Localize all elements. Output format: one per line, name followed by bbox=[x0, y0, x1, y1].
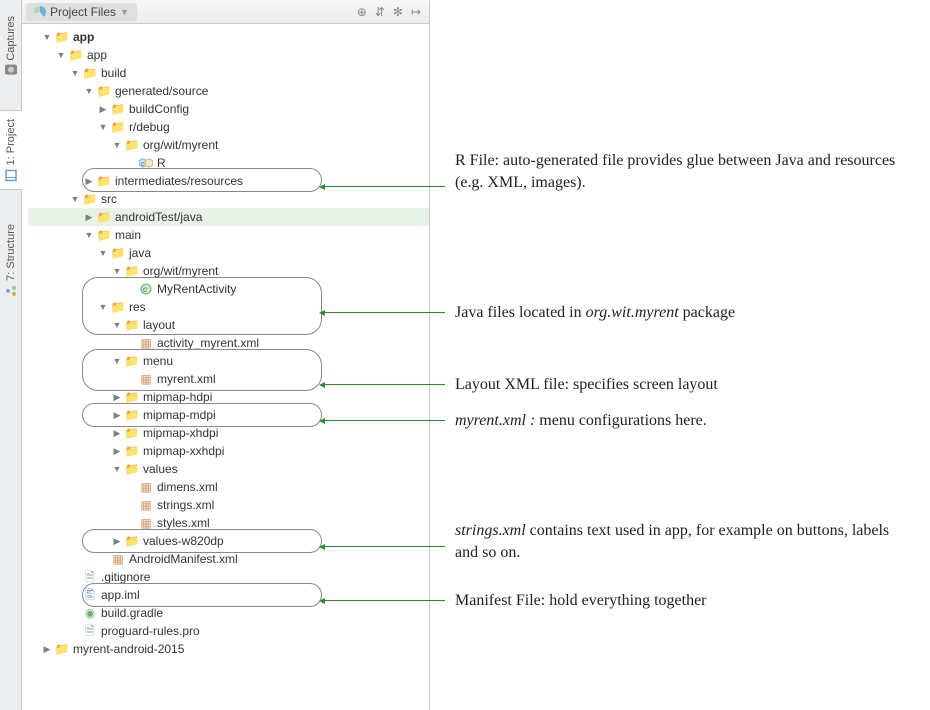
annotation-r: R File: auto-generated file provides glu… bbox=[455, 150, 905, 195]
chevron-down-icon: ▼ bbox=[120, 7, 129, 17]
folder-icon: 📁 bbox=[110, 119, 126, 135]
folder-icon: 📁 bbox=[124, 443, 140, 459]
tree-node-build-gradle[interactable]: ▶◉build.gradle bbox=[28, 604, 429, 622]
target-icon[interactable]: ⊕ bbox=[357, 5, 367, 19]
text-file-icon: 🗎 bbox=[82, 623, 98, 639]
xml-file-icon: ▦ bbox=[138, 335, 154, 351]
hide-icon[interactable]: ↦ bbox=[411, 5, 421, 19]
tree-node-generated-source[interactable]: ▼📁generated/source bbox=[28, 82, 429, 100]
tree-node-myrent-xml[interactable]: ▶▦myrent.xml bbox=[28, 370, 429, 388]
xml-file-icon: ▦ bbox=[138, 371, 154, 387]
tree-node-org-wit-myrent[interactable]: ▼📁org/wit/myrent bbox=[28, 262, 429, 280]
project-icon bbox=[5, 169, 17, 181]
panel-header: Project Files ▼ ⊕ ⇵ ✻ ↦ bbox=[22, 0, 429, 24]
camera-icon bbox=[5, 64, 17, 74]
text-file-icon: 🗎 bbox=[82, 569, 98, 585]
folder-icon: 📁 bbox=[96, 83, 112, 99]
tree-node-build[interactable]: ▼📁build bbox=[28, 64, 429, 82]
folder-icon: 📁 bbox=[124, 137, 140, 153]
tree-node-strings-xml[interactable]: ▶▦strings.xml bbox=[28, 496, 429, 514]
tree-node-app-module[interactable]: ▼📁app bbox=[28, 28, 429, 46]
tree-node-manifest[interactable]: ▶▦AndroidManifest.xml bbox=[28, 550, 429, 568]
folder-icon: 📁 bbox=[96, 227, 112, 243]
tree-node-org-wit-myrent-gen[interactable]: ▼📁org/wit/myrent bbox=[28, 136, 429, 154]
pie-icon bbox=[34, 6, 46, 18]
tree-node-styles-xml[interactable]: ▶▦styles.xml bbox=[28, 514, 429, 532]
tree-node-mipmap-hdpi[interactable]: ▶📁mipmap-hdpi bbox=[28, 388, 429, 406]
project-files-panel: Project Files ▼ ⊕ ⇵ ✻ ↦ ▼📁app ▼📁app ▼📁bu… bbox=[22, 0, 430, 710]
tree-node-intermediates[interactable]: ▶📁intermediates/resources bbox=[28, 172, 429, 190]
tree-node-src[interactable]: ▼📁src bbox=[28, 190, 429, 208]
folder-icon: 📁 bbox=[110, 101, 126, 117]
tree-node-myrent-2015[interactable]: ▶📁myrent-android-2015 bbox=[28, 640, 429, 658]
tab-project[interactable]: 1: Project bbox=[0, 110, 22, 190]
tree-node-gitignore[interactable]: ▶🗎.gitignore bbox=[28, 568, 429, 586]
tree-node-rdebug[interactable]: ▼📁r/debug bbox=[28, 118, 429, 136]
folder-icon: 📁 bbox=[82, 191, 98, 207]
tree-node-app[interactable]: ▼📁app bbox=[28, 46, 429, 64]
xml-file-icon: ▦ bbox=[138, 479, 154, 495]
tab-label: Project Files bbox=[50, 5, 116, 19]
gear-icon[interactable]: ✻ bbox=[393, 5, 403, 19]
folder-icon: 📁 bbox=[68, 47, 84, 63]
java-class-icon: c bbox=[138, 155, 154, 171]
folder-icon: 📁 bbox=[124, 461, 140, 477]
tree-node-java[interactable]: ▼📁java bbox=[28, 244, 429, 262]
folder-icon: 📁 bbox=[124, 389, 140, 405]
folder-icon: 📁 bbox=[124, 407, 140, 423]
folder-icon: 📁 bbox=[124, 317, 140, 333]
module-icon: 📁 bbox=[54, 29, 70, 45]
project-files-tab[interactable]: Project Files ▼ bbox=[26, 3, 137, 21]
tree-node-dimens-xml[interactable]: ▶▦dimens.xml bbox=[28, 478, 429, 496]
folder-icon: 📁 bbox=[110, 299, 126, 315]
collapse-icon[interactable]: ⇵ bbox=[375, 5, 385, 19]
tree-node-values[interactable]: ▼📁values bbox=[28, 460, 429, 478]
xml-file-icon: ▦ bbox=[138, 515, 154, 531]
annotation-layout: Layout XML file: specifies screen layout bbox=[455, 374, 905, 396]
svg-text:c: c bbox=[143, 285, 147, 294]
folder-icon: 📁 bbox=[124, 425, 140, 441]
tree-node-res[interactable]: ▼📁res bbox=[28, 298, 429, 316]
folder-icon: 📁 bbox=[82, 65, 98, 81]
tab-captures[interactable]: Captures bbox=[0, 10, 22, 80]
annotation-menu: myrent.xml : menu configurations here. bbox=[455, 410, 905, 432]
package-icon: 📁 bbox=[124, 263, 140, 279]
gradle-file-icon: ◉ bbox=[82, 605, 98, 621]
xml-file-icon: ▦ bbox=[138, 497, 154, 513]
folder-icon: 📁 bbox=[96, 209, 112, 225]
tree-node-mipmap-mdpi[interactable]: ▶📁mipmap-mdpi bbox=[28, 406, 429, 424]
tree-node-androidtest[interactable]: ▶📁androidTest/java bbox=[28, 208, 429, 226]
annotation-strings: strings.xml contains text used in app, f… bbox=[455, 520, 905, 565]
tree-node-app-iml[interactable]: ▶🖺app.iml bbox=[28, 586, 429, 604]
annotation-manifest: Manifest File: hold everything together bbox=[455, 590, 905, 612]
tree-node-menu[interactable]: ▼📁menu bbox=[28, 352, 429, 370]
tree-node-main[interactable]: ▼📁main bbox=[28, 226, 429, 244]
annotation-java: Java files located in org.wit.myrent pac… bbox=[455, 302, 905, 324]
xml-file-icon: ▦ bbox=[110, 551, 126, 567]
java-class-icon: c bbox=[138, 281, 154, 297]
structure-icon bbox=[5, 284, 17, 296]
folder-icon: 📁 bbox=[96, 173, 112, 189]
folder-icon: 📁 bbox=[124, 353, 140, 369]
tree-node-myrentactivity[interactable]: ▶cMyRentActivity bbox=[28, 280, 429, 298]
iml-file-icon: 🖺 bbox=[82, 587, 98, 603]
folder-icon: 📁 bbox=[54, 641, 70, 657]
tree-node-mipmap-xhdpi[interactable]: ▶📁mipmap-xhdpi bbox=[28, 424, 429, 442]
file-tree[interactable]: ▼📁app ▼📁app ▼📁build ▼📁generated/source ▶… bbox=[22, 24, 429, 662]
tree-node-mipmap-xxhdpi[interactable]: ▶📁mipmap-xxhdpi bbox=[28, 442, 429, 460]
tab-structure[interactable]: 7: Structure bbox=[0, 210, 22, 310]
folder-icon: 📁 bbox=[124, 533, 140, 549]
tree-node-r-file[interactable]: ▶cR bbox=[28, 154, 429, 172]
tree-node-proguard[interactable]: ▶🗎proguard-rules.pro bbox=[28, 622, 429, 640]
tree-node-buildconfig[interactable]: ▶📁buildConfig bbox=[28, 100, 429, 118]
tree-node-values-w820dp[interactable]: ▶📁values-w820dp bbox=[28, 532, 429, 550]
source-folder-icon: 📁 bbox=[110, 245, 126, 261]
side-tool-tabs: Captures 1: Project 7: Structure bbox=[0, 0, 22, 710]
tree-node-layout[interactable]: ▼📁layout bbox=[28, 316, 429, 334]
svg-text:c: c bbox=[141, 161, 145, 168]
tree-node-activity-myrent-xml[interactable]: ▶▦activity_myrent.xml bbox=[28, 334, 429, 352]
